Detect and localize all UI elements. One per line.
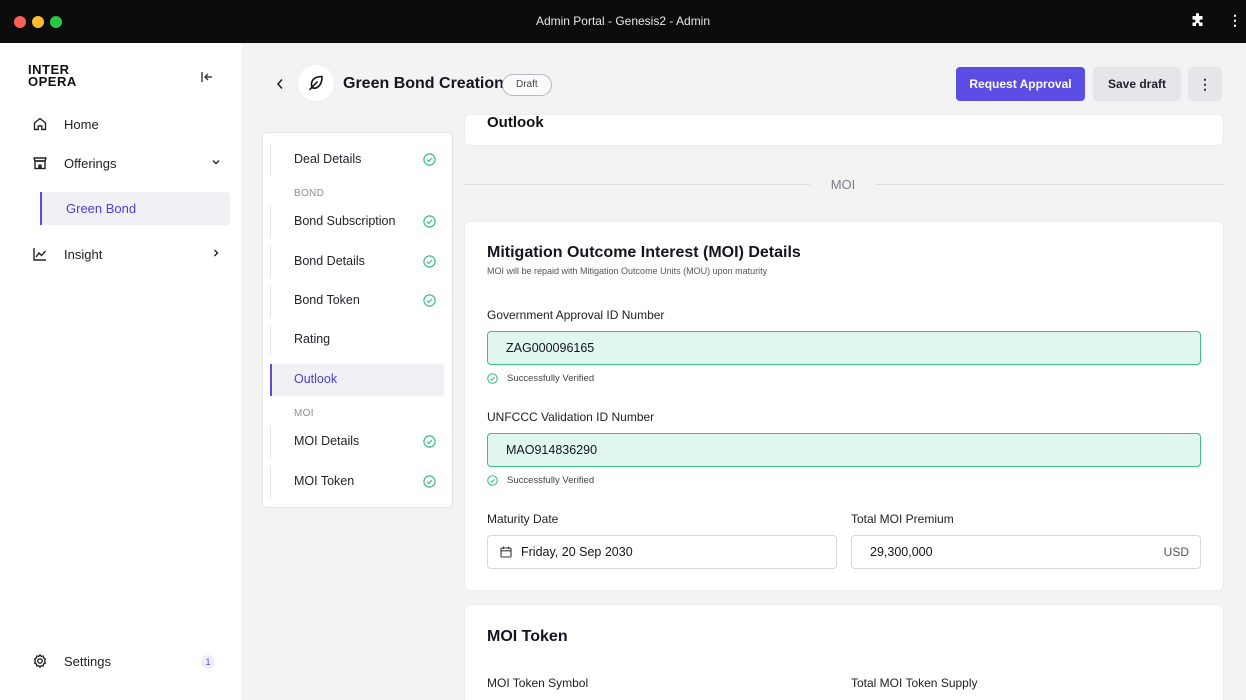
step-rating[interactable]: Rating: [263, 324, 452, 356]
check-circle-icon: [423, 255, 436, 268]
leaf-icon: [308, 75, 323, 91]
back-button[interactable]: [275, 77, 285, 91]
group-label-bond: BOND: [294, 188, 325, 199]
gov-approval-id-input[interactable]: ZAG000096165: [487, 331, 1201, 365]
gov-approval-verified: Successfully Verified: [487, 373, 594, 384]
check-circle-icon: [423, 215, 436, 228]
unfccc-verified: Successfully Verified: [487, 475, 594, 486]
page-header: Green Bond Creation Draft Request Approv…: [241, 43, 1246, 125]
card-subtitle: MOI will be repaid with Mitigation Outco…: [487, 266, 768, 276]
check-circle-icon: [423, 153, 436, 166]
page-title: Green Bond Creation: [343, 75, 504, 92]
moi-token-card: MOI Token MOI Token Symbol Total MOI Tok…: [465, 605, 1223, 700]
sidebar-item-green-bond[interactable]: Green Bond: [40, 192, 230, 225]
step-bond-token[interactable]: Bond Token: [263, 285, 452, 317]
status-badge: Draft: [502, 74, 552, 96]
step-bond-subscription[interactable]: Bond Subscription: [263, 206, 452, 238]
check-circle-icon: [487, 373, 498, 384]
check-circle-icon: [487, 475, 498, 486]
step-bond-details[interactable]: Bond Details: [263, 246, 452, 278]
chevron-down-icon: [212, 160, 220, 165]
total-moi-premium-label: Total MOI Premium: [851, 512, 954, 526]
total-moi-premium-input[interactable]: 29,300,000 USD: [851, 535, 1201, 569]
maturity-date-input[interactable]: Friday, 20 Sep 2030: [487, 535, 837, 569]
maturity-date-label: Maturity Date: [487, 512, 559, 526]
check-circle-icon: [423, 475, 436, 488]
unfccc-validation-id-input[interactable]: MAO914836290: [487, 433, 1201, 467]
sidebar-item-home[interactable]: Home: [32, 112, 222, 136]
settings-badge: 1: [201, 655, 215, 669]
sidebar-item-offerings[interactable]: Offerings: [32, 151, 222, 175]
steps-navigator: Deal Details BOND Bond Subscription Bond…: [262, 132, 453, 508]
home-icon: [33, 117, 47, 131]
outlook-card: Outlook: [465, 115, 1223, 145]
gear-icon: [33, 654, 47, 668]
save-draft-button[interactable]: Save draft: [1093, 67, 1181, 101]
sidebar-item-settings[interactable]: Settings: [32, 649, 222, 673]
currency-suffix: USD: [1163, 545, 1189, 559]
chevron-right-icon: [214, 249, 219, 257]
chart-line-icon: [33, 248, 47, 261]
step-moi-token[interactable]: MOI Token: [263, 466, 452, 498]
gov-approval-label: Government Approval ID Number: [487, 308, 665, 322]
green-bond-avatar: [298, 65, 334, 101]
step-outlook[interactable]: Outlook: [270, 364, 444, 396]
check-circle-icon: [423, 435, 436, 448]
unfccc-label: UNFCCC Validation ID Number: [487, 410, 655, 424]
calendar-icon: [500, 546, 512, 558]
card-title: MOI Token: [487, 628, 568, 645]
sidebar: INTER OPERA Home Offerings Green Bond In…: [0, 43, 241, 700]
check-circle-icon: [423, 294, 436, 307]
window-titlebar: Admin Portal - Genesis2 - Admin ⋮: [0, 0, 1246, 43]
card-title: Mitigation Outcome Interest (MOI) Detail…: [487, 244, 801, 261]
more-options-button[interactable]: ⋮: [1188, 67, 1222, 101]
logo: INTER OPERA: [28, 62, 77, 89]
request-approval-button[interactable]: Request Approval: [956, 67, 1085, 101]
window-title: Admin Portal - Genesis2 - Admin: [535, 14, 711, 28]
moi-token-symbol-label: MOI Token Symbol: [487, 676, 589, 690]
puzzle-icon[interactable]: [1190, 13, 1206, 29]
store-icon: [33, 157, 47, 170]
group-label-moi: MOI: [294, 408, 314, 419]
total-moi-token-supply-label: Total MOI Token Supply: [851, 676, 978, 690]
sidebar-item-insight[interactable]: Insight: [32, 242, 222, 266]
collapse-sidebar-icon[interactable]: [200, 70, 214, 84]
section-divider-label: MOI: [830, 177, 856, 192]
outlook-card-title: Outlook: [487, 116, 544, 129]
section-divider-line: [465, 184, 810, 185]
step-deal-details[interactable]: Deal Details: [263, 144, 452, 176]
browser-menu-icon[interactable]: ⋮: [1228, 12, 1242, 29]
section-divider-line: [875, 184, 1223, 185]
moi-details-card: Mitigation Outcome Interest (MOI) Detail…: [465, 222, 1223, 590]
step-moi-details[interactable]: MOI Details: [263, 426, 452, 458]
